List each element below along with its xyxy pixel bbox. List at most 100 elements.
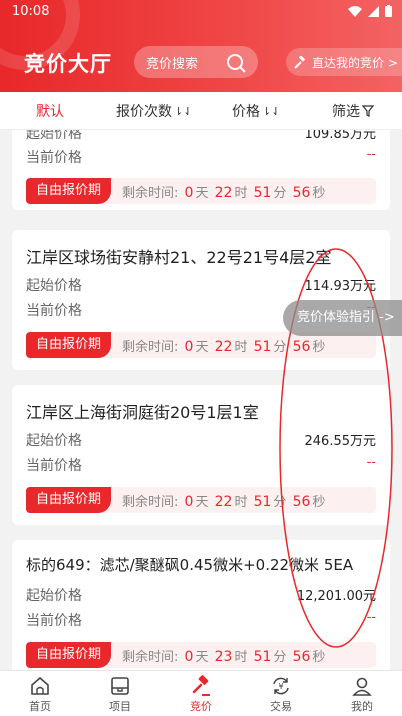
- remaining-time: 剩余时间: 0天 22 时 51 分 56 秒: [122, 336, 325, 355]
- nav-label: 首页: [29, 700, 51, 713]
- unit-min: 分: [273, 650, 287, 665]
- seconds: 56: [292, 339, 311, 355]
- days: 0: [184, 339, 194, 355]
- unit-sec: 秒: [312, 650, 326, 665]
- auction-card[interactable]: 起始价格 109.85万元 当前价格 -- 自由报价期 剩余时间: 0天 22 时…: [12, 130, 390, 210]
- bid-tag: 自由报价期: [26, 332, 112, 358]
- start-price-value: 246.55万元: [304, 434, 377, 449]
- gavel-icon: [294, 55, 306, 69]
- hours: 22: [214, 185, 233, 201]
- unit-hour: 时: [234, 650, 248, 665]
- days: 0: [184, 185, 194, 201]
- unit-min: 分: [273, 340, 287, 355]
- remain-label: 剩余时间:: [122, 340, 179, 355]
- seconds: 56: [292, 185, 311, 201]
- nav-bid[interactable]: 竞价: [171, 675, 231, 714]
- unit-hour: 时: [234, 340, 248, 355]
- filter-bar: 默认 报价次数 ⇂⇃ 价格 ⇂⇃ 筛选: [0, 92, 402, 130]
- start-price-label: 起始价格: [26, 433, 82, 449]
- seconds: 56: [292, 649, 311, 665]
- unit-hour: 时: [234, 186, 248, 201]
- nav-home[interactable]: 首页: [10, 675, 70, 714]
- filter-default[interactable]: 默认: [36, 101, 64, 121]
- remain-label: 剩余时间:: [122, 495, 179, 510]
- item-title: 标的649：滤芯/聚醚砜0.45微米+0.22微米 5EA: [26, 556, 354, 574]
- filter-price[interactable]: 价格 ⇂⇃: [232, 101, 280, 121]
- remain-label: 剩余时间:: [122, 186, 179, 201]
- signal-icon: [368, 5, 379, 17]
- filter-label: 报价次数: [116, 104, 172, 120]
- minutes: 51: [253, 494, 272, 510]
- filter-screen[interactable]: 筛选: [332, 101, 374, 121]
- current-price-value: --: [366, 455, 376, 470]
- days: 0: [184, 649, 194, 665]
- unit-day: 天: [195, 186, 209, 201]
- exchange-icon: ¥: [273, 677, 289, 695]
- bid-status-bar: 自由报价期 剩余时间: 0天 23 时 51 分 56 秒: [26, 642, 376, 668]
- search-icon[interactable]: [226, 53, 246, 73]
- wifi-icon: [348, 5, 362, 17]
- start-price-label: 起始价格: [26, 588, 82, 604]
- search-input[interactable]: 竞价搜索: [134, 46, 258, 78]
- auction-card[interactable]: 江岸区上海街洞庭街20号1层1室 起始价格 246.55万元 当前价格 -- 自…: [12, 385, 390, 525]
- nav-label: 项目: [109, 700, 131, 713]
- current-price-row: 当前价格 --: [26, 455, 376, 475]
- status-time: 10:08: [12, 4, 50, 19]
- page-title: 竞价大厅: [24, 52, 112, 76]
- unit-sec: 秒: [312, 186, 326, 201]
- filter-label: 价格: [232, 104, 260, 120]
- unit-hour: 时: [234, 495, 248, 510]
- unit-sec: 秒: [312, 340, 326, 355]
- auction-card[interactable]: 标的649：滤芯/聚醚砜0.45微米+0.22微米 5EA 起始价格 12,20…: [12, 540, 390, 670]
- hours: 23: [214, 649, 233, 665]
- my-bid-button[interactable]: 直达我的竞价 >: [286, 48, 402, 76]
- bid-guide-button[interactable]: 竞价体验指引 ->: [283, 300, 402, 336]
- bid-tag: 自由报价期: [26, 642, 112, 668]
- nav-project[interactable]: 项目: [90, 675, 150, 714]
- remaining-time: 剩余时间: 0天 23 时 51 分 56 秒: [122, 646, 325, 665]
- bid-tag: 自由报价期: [26, 178, 112, 204]
- my-bid-label: 直达我的竞价 >: [312, 55, 398, 70]
- filter-bid-count[interactable]: 报价次数 ⇂⇃: [116, 101, 192, 121]
- nav-mine[interactable]: 我的: [332, 675, 392, 714]
- header: 10:08 竞价大厅 竞价搜索 直达我的竞价 >: [0, 0, 402, 92]
- status-bar: 10:08: [0, 0, 402, 24]
- user-icon: [352, 677, 372, 696]
- remaining-time: 剩余时间: 0天 22 时 51 分 56 秒: [122, 491, 325, 510]
- current-price-value: --: [366, 147, 376, 162]
- sort-icon: ⇂⇃: [262, 104, 281, 118]
- filter-label: 默认: [36, 104, 64, 120]
- start-price-value: 109.85万元: [304, 130, 377, 142]
- days: 0: [184, 494, 194, 510]
- sort-icon: ⇂⇃: [174, 104, 193, 118]
- remaining-time: 剩余时间: 0天 22 时 51 分 56 秒: [122, 182, 325, 201]
- nav-trade[interactable]: ¥ 交易: [251, 675, 311, 714]
- seconds: 56: [292, 494, 311, 510]
- current-price-label: 当前价格: [26, 613, 82, 629]
- current-price-label: 当前价格: [26, 150, 82, 166]
- unit-sec: 秒: [312, 495, 326, 510]
- search-placeholder: 竞价搜索: [146, 56, 199, 72]
- bottom-nav: 首页 项目 竞价 ¥ 交易 我的: [0, 670, 402, 716]
- home-icon: [31, 676, 49, 695]
- start-price-label: 起始价格: [26, 278, 82, 294]
- filter-label: 筛选: [332, 104, 360, 120]
- item-title: 江岸区球场街安静村21、22号21号4层2室: [26, 248, 332, 267]
- current-price-row: 当前价格 --: [26, 147, 376, 167]
- current-price-value: --: [366, 610, 376, 625]
- nav-label: 竞价: [190, 700, 212, 713]
- current-price-row: 当前价格 --: [26, 610, 376, 630]
- start-price-row: 起始价格 114.93万元: [26, 275, 376, 295]
- unit-min: 分: [273, 495, 287, 510]
- hours: 22: [214, 494, 233, 510]
- unit-day: 天: [195, 340, 209, 355]
- bid-tag: 自由报价期: [26, 487, 112, 513]
- unit-day: 天: [195, 650, 209, 665]
- gavel-icon: [192, 675, 210, 696]
- minutes: 51: [253, 649, 272, 665]
- funnel-icon: [362, 105, 374, 117]
- start-price-row: 起始价格 12,201.00元: [26, 585, 376, 605]
- minutes: 51: [253, 339, 272, 355]
- start-price-label: 起始价格: [26, 130, 82, 142]
- nav-label: 交易: [270, 700, 292, 713]
